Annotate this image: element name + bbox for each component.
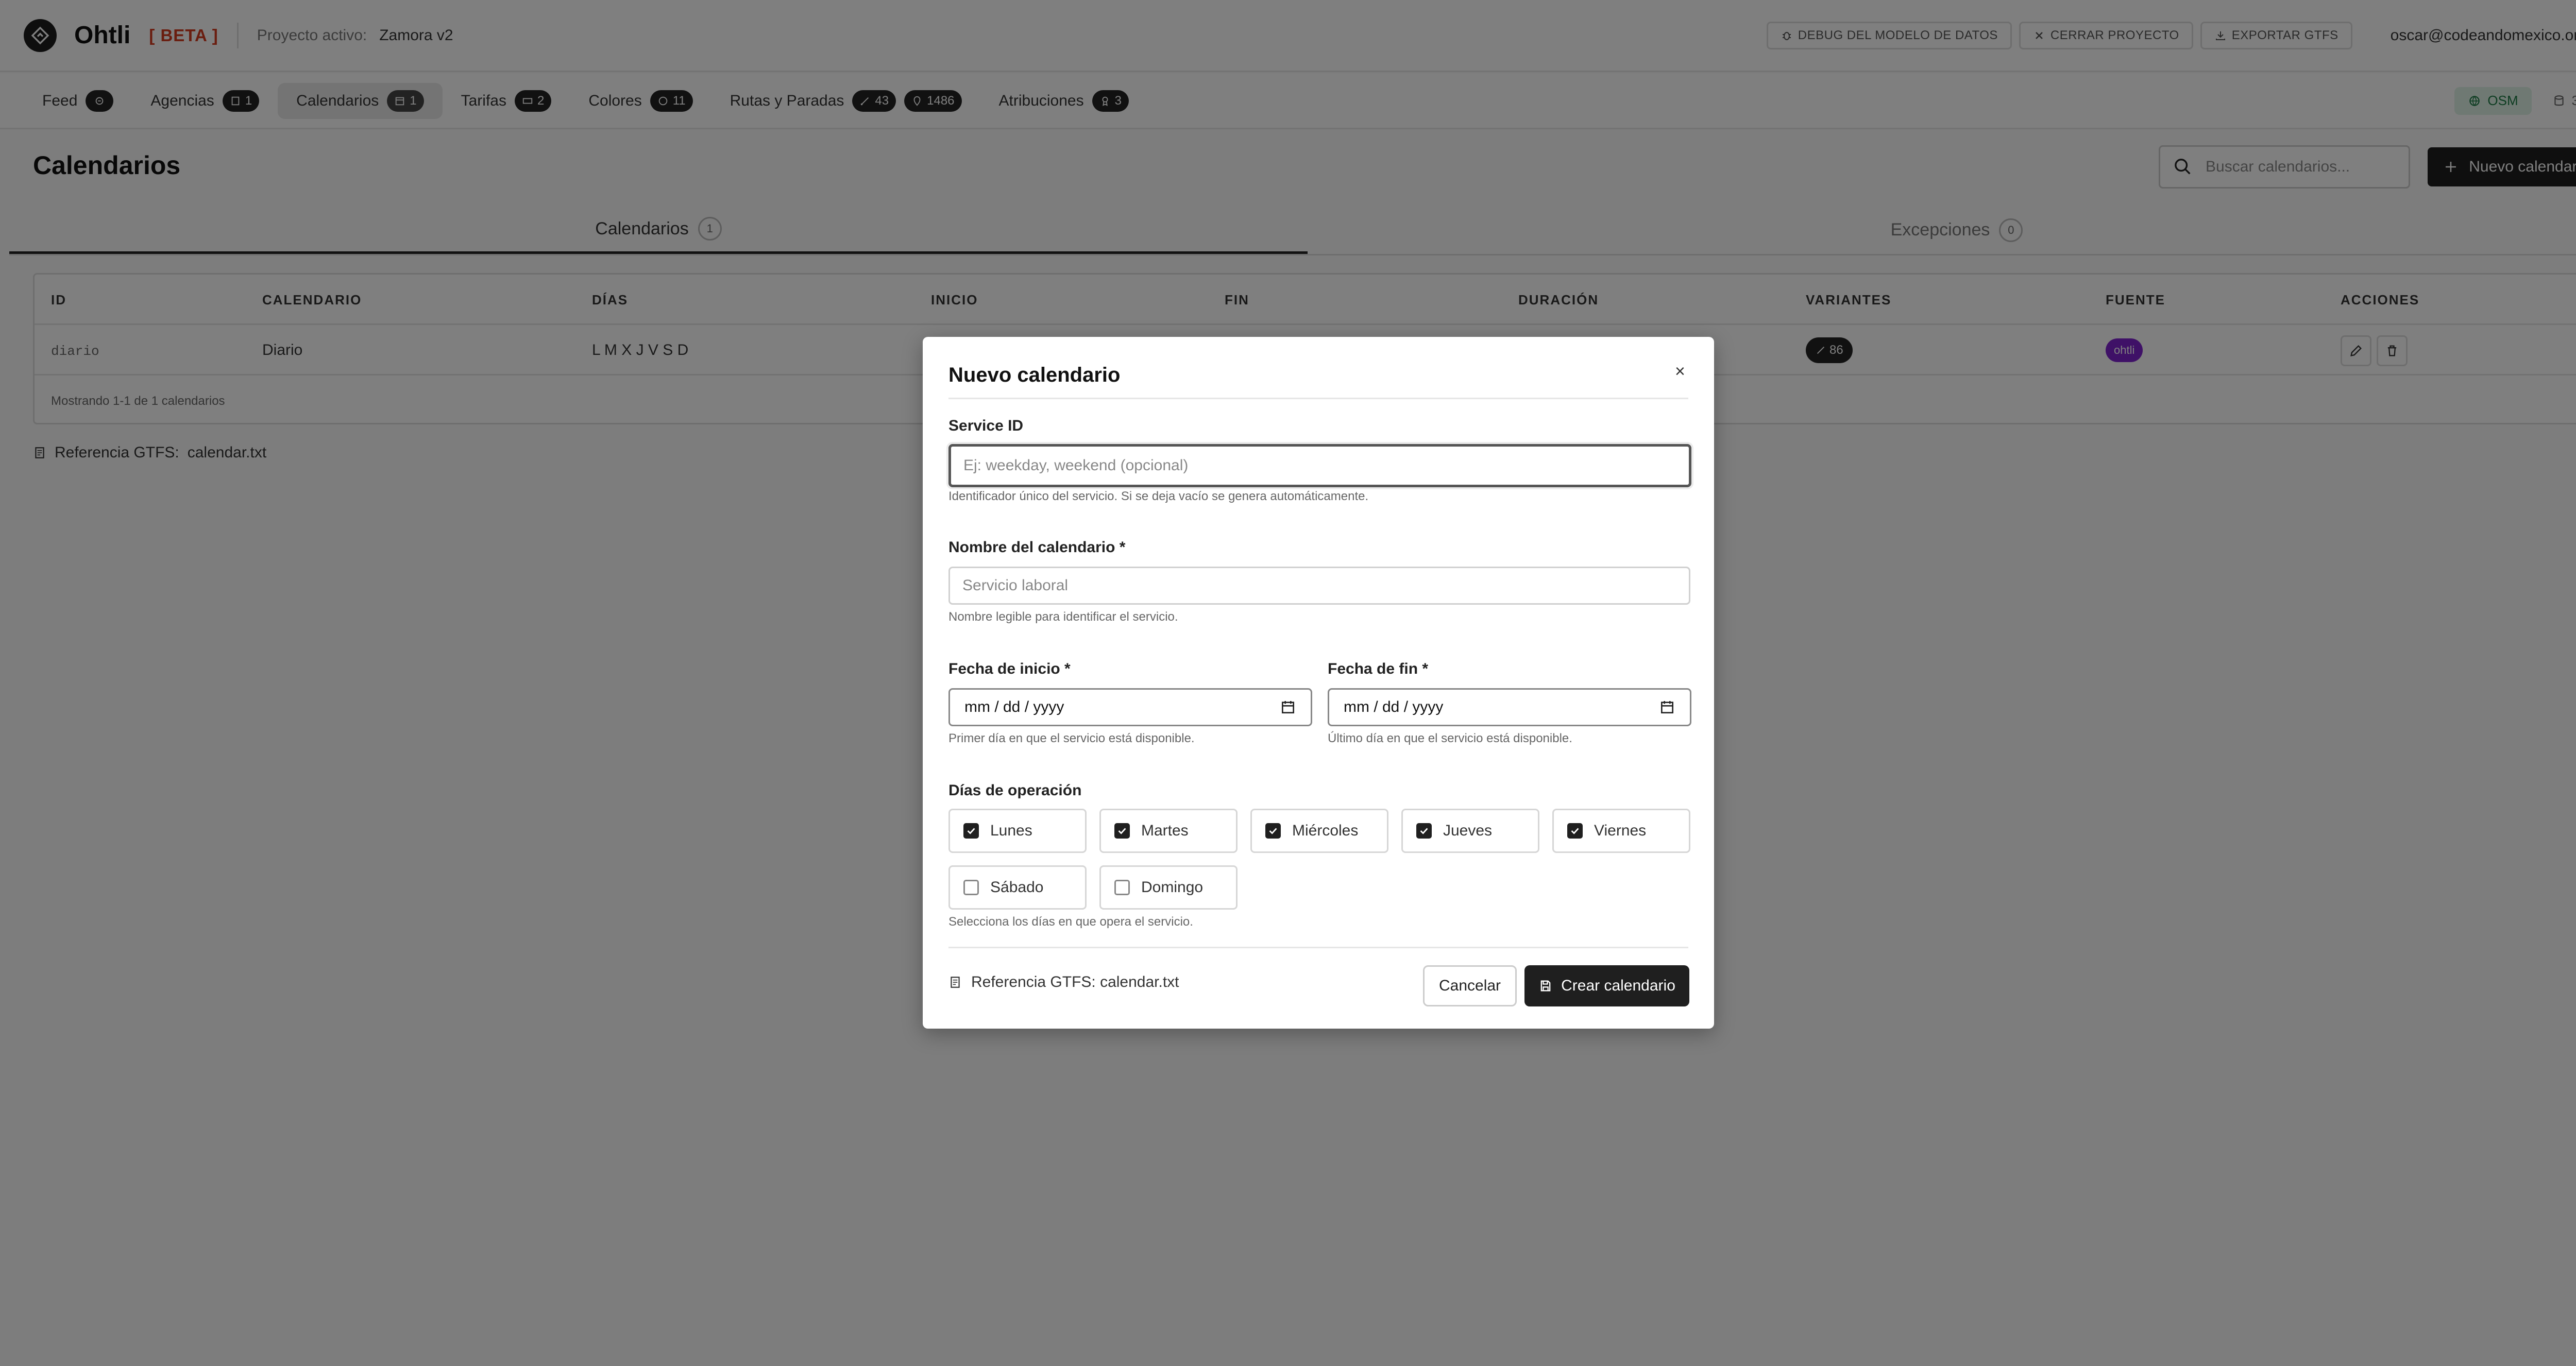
- day-label: Viernes: [1594, 822, 1647, 839]
- checkbox-checked[interactable]: [1114, 823, 1130, 839]
- days-label: Días de operación: [948, 782, 1082, 799]
- check-icon: [1571, 828, 1579, 834]
- divider: [948, 398, 1688, 399]
- start-date-help: Primer día en que el servicio está dispo…: [948, 731, 1195, 745]
- day-label: Miércoles: [1292, 822, 1359, 839]
- end-date-help: Último día en que el servicio está dispo…: [1328, 731, 1572, 745]
- checkbox-unchecked[interactable]: [963, 880, 979, 895]
- new-calendar-dialog: Nuevo calendario × Service ID Identifica…: [923, 337, 1714, 1029]
- day-domingo[interactable]: Domingo: [1099, 865, 1238, 910]
- service-id-help: Identificador único del servicio. Si se …: [948, 489, 1369, 503]
- service-id-input[interactable]: [948, 444, 1691, 487]
- day-label: Sábado: [990, 879, 1044, 896]
- day-jueves[interactable]: Jueves: [1401, 809, 1539, 853]
- check-icon: [1269, 828, 1277, 834]
- day-viernes[interactable]: Viernes: [1552, 809, 1690, 853]
- dialog-gtfs-ref-label: Referencia GTFS: calendar.txt: [971, 974, 1179, 991]
- start-date-value: mm / dd / yyyy: [964, 698, 1064, 715]
- check-icon: [967, 828, 975, 834]
- checkbox-checked[interactable]: [1265, 823, 1281, 839]
- day-label: Lunes: [990, 822, 1032, 839]
- close-icon[interactable]: ×: [1675, 362, 1685, 382]
- day-martes[interactable]: Martes: [1099, 809, 1238, 853]
- day-label: Domingo: [1141, 879, 1204, 896]
- dialog-gtfs-reference: Referencia GTFS: calendar.txt: [948, 974, 1179, 991]
- checkbox-checked[interactable]: [1567, 823, 1583, 839]
- create-calendar-button[interactable]: Crear calendario: [1524, 965, 1689, 1006]
- calendar-icon[interactable]: [1280, 699, 1296, 715]
- end-date-input[interactable]: mm / dd / yyyy: [1328, 688, 1691, 726]
- end-date-value: mm / dd / yyyy: [1344, 698, 1444, 715]
- check-icon: [1420, 828, 1428, 834]
- days-help: Selecciona los días en que opera el serv…: [948, 915, 1193, 929]
- calendar-icon[interactable]: [1659, 699, 1675, 715]
- save-icon: [1540, 980, 1551, 992]
- checkbox-checked[interactable]: [963, 823, 979, 839]
- create-calendar-label: Crear calendario: [1561, 977, 1675, 994]
- start-date-label: Fecha de inicio *: [948, 660, 1071, 677]
- name-help: Nombre legible para identificar el servi…: [948, 610, 1178, 624]
- calendar-name-input[interactable]: [948, 567, 1690, 605]
- check-icon: [1118, 828, 1126, 834]
- day-lunes[interactable]: Lunes: [948, 809, 1087, 853]
- start-date-input[interactable]: mm / dd / yyyy: [948, 688, 1312, 726]
- end-date-label: Fecha de fin *: [1328, 660, 1429, 677]
- day-label: Martes: [1141, 822, 1189, 839]
- dialog-title: Nuevo calendario: [948, 364, 1121, 386]
- day-sabado[interactable]: Sábado: [948, 865, 1087, 910]
- checkbox-unchecked[interactable]: [1114, 880, 1130, 895]
- day-miercoles[interactable]: Miércoles: [1250, 809, 1388, 853]
- document-icon: [951, 977, 960, 988]
- day-label: Jueves: [1443, 822, 1493, 839]
- name-label: Nombre del calendario *: [948, 539, 1126, 556]
- service-id-label: Service ID: [948, 417, 1024, 434]
- divider: [948, 947, 1688, 948]
- checkbox-checked[interactable]: [1416, 823, 1432, 839]
- cancel-button[interactable]: Cancelar: [1423, 965, 1517, 1006]
